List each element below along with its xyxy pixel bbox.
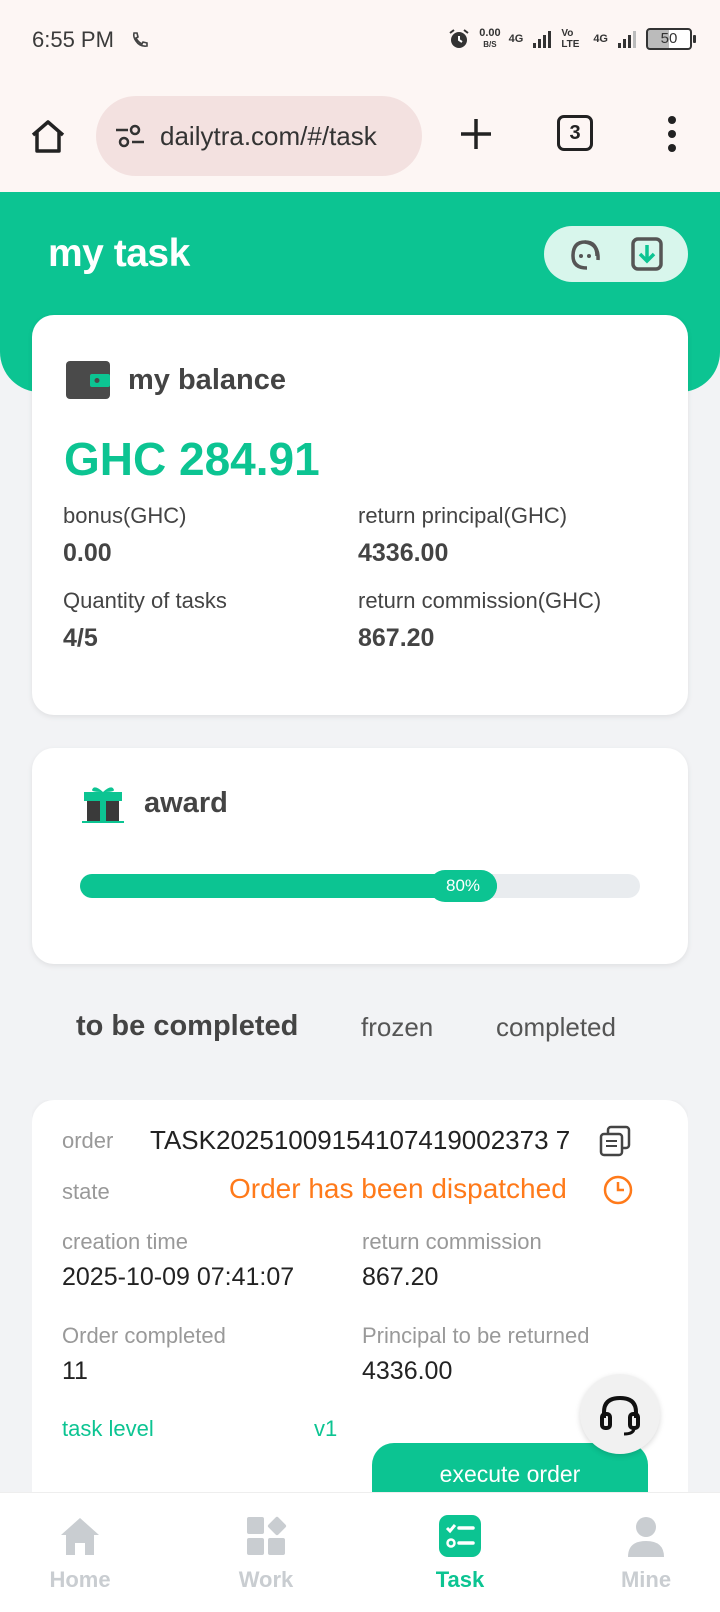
tab-switcher-button[interactable]: 3 [557, 115, 593, 151]
network-type-1: 4G [508, 32, 524, 45]
order-completed-value: 11 [62, 1357, 88, 1385]
site-settings-icon[interactable] [114, 122, 146, 150]
header-actions [544, 226, 688, 282]
signal-icon-2 [618, 31, 636, 48]
nav-home[interactable]: Home [10, 1513, 150, 1593]
customer-service-icon[interactable] [565, 234, 605, 274]
download-icon[interactable] [627, 234, 667, 274]
creation-time-label: creation time [62, 1229, 188, 1254]
volte-label: Vo LTE [561, 28, 580, 50]
task-nav-icon [439, 1515, 481, 1557]
award-card: award 80% [32, 748, 688, 964]
new-tab-icon[interactable] [458, 116, 494, 152]
nav-work[interactable]: Work [196, 1513, 336, 1593]
quantity-value: 4/5 [63, 624, 98, 652]
award-progress-bar: 80% [80, 870, 640, 902]
more-menu-icon[interactable] [664, 114, 680, 154]
home-nav-icon [61, 1518, 99, 1555]
order-tabs: to be completed frozen completed [0, 1010, 720, 1070]
home-icon[interactable] [28, 116, 68, 156]
status-bar: 6:55 PM 0.00 B/S 4G Vo LTE 4G 50 [0, 0, 720, 82]
order-number: TASK20251009154107419002373 7 [150, 1125, 571, 1155]
floating-support-button[interactable] [580, 1374, 660, 1454]
balance-card: my balance GHC 284.91 bonus(GHC) 0.00 re… [32, 315, 688, 715]
nav-mine-label: Mine [620, 1567, 672, 1592]
address-bar[interactable]: dailytra.com/#/task [96, 96, 422, 176]
gift-icon [82, 787, 124, 823]
award-title: award [144, 786, 228, 819]
copy-icon[interactable] [598, 1124, 632, 1158]
status-time: 6:55 PM [32, 27, 114, 52]
url-text: dailytra.com/#/task [160, 120, 377, 151]
bonus-value: 0.00 [63, 539, 112, 567]
tab-frozen[interactable]: frozen [361, 1012, 433, 1043]
creation-time-value: 2025-10-09 07:41:07 [62, 1263, 295, 1291]
return-commission-value: 867.20 [358, 624, 435, 652]
profile-nav-icon [628, 1517, 664, 1557]
clock-icon [603, 1175, 633, 1205]
balance-title: my balance [128, 363, 286, 396]
battery-icon: 50 [646, 28, 696, 50]
tab-completed[interactable]: completed [496, 1012, 616, 1043]
bonus-label: bonus(GHC) [63, 503, 187, 528]
return-principal-stat: return principal(GHC) 4336.00 [358, 503, 567, 568]
nav-work-label: Work [238, 1567, 294, 1592]
state-label: state [62, 1179, 110, 1204]
return-principal-value: 4336.00 [358, 539, 449, 567]
order-completed-label: Order completed [62, 1323, 226, 1348]
task-level-value: v1 [314, 1416, 338, 1441]
award-progress-label: 80% [429, 870, 497, 902]
call-wifi-icon [132, 32, 148, 47]
return-commission-order-label: return commission [362, 1229, 542, 1254]
network-speed: 0.00 B/S [479, 27, 501, 50]
browser-toolbar: dailytra.com/#/task 3 [0, 82, 720, 192]
tab-to-be-completed[interactable]: to be completed [76, 1010, 298, 1043]
bonus-stat: bonus(GHC) 0.00 [63, 503, 186, 568]
nav-task[interactable]: Task [390, 1513, 530, 1593]
wallet-icon [66, 361, 110, 399]
nav-task-label: Task [435, 1567, 485, 1592]
signal-icon [533, 31, 552, 48]
page-title: my task [48, 232, 190, 275]
return-commission-stat: return commission(GHC) 867.20 [358, 588, 601, 653]
principal-label: Principal to be returned [362, 1323, 590, 1348]
return-principal-label: return principal(GHC) [358, 503, 568, 528]
principal-value: 4336.00 [362, 1357, 453, 1385]
network-type-2: 4G [593, 32, 608, 45]
work-nav-icon [247, 1516, 287, 1555]
quantity-label: Quantity of tasks [63, 588, 227, 613]
state-value: Order has been dispatched [229, 1173, 567, 1204]
nav-home-label: Home [49, 1567, 111, 1592]
alarm-icon [449, 29, 469, 48]
bottom-navigation: Home Work Task Mine [0, 1492, 720, 1612]
headset-icon [600, 1395, 640, 1436]
order-label: order [62, 1128, 114, 1153]
return-commission-label: return commission(GHC) [358, 588, 602, 613]
balance-amount: GHC 284.91 [64, 433, 320, 485]
return-commission-order-value: 867.20 [362, 1263, 439, 1291]
nav-mine[interactable]: Mine [576, 1513, 716, 1593]
quantity-stat: Quantity of tasks 4/5 [63, 588, 227, 653]
task-level-label: task level [62, 1416, 154, 1441]
